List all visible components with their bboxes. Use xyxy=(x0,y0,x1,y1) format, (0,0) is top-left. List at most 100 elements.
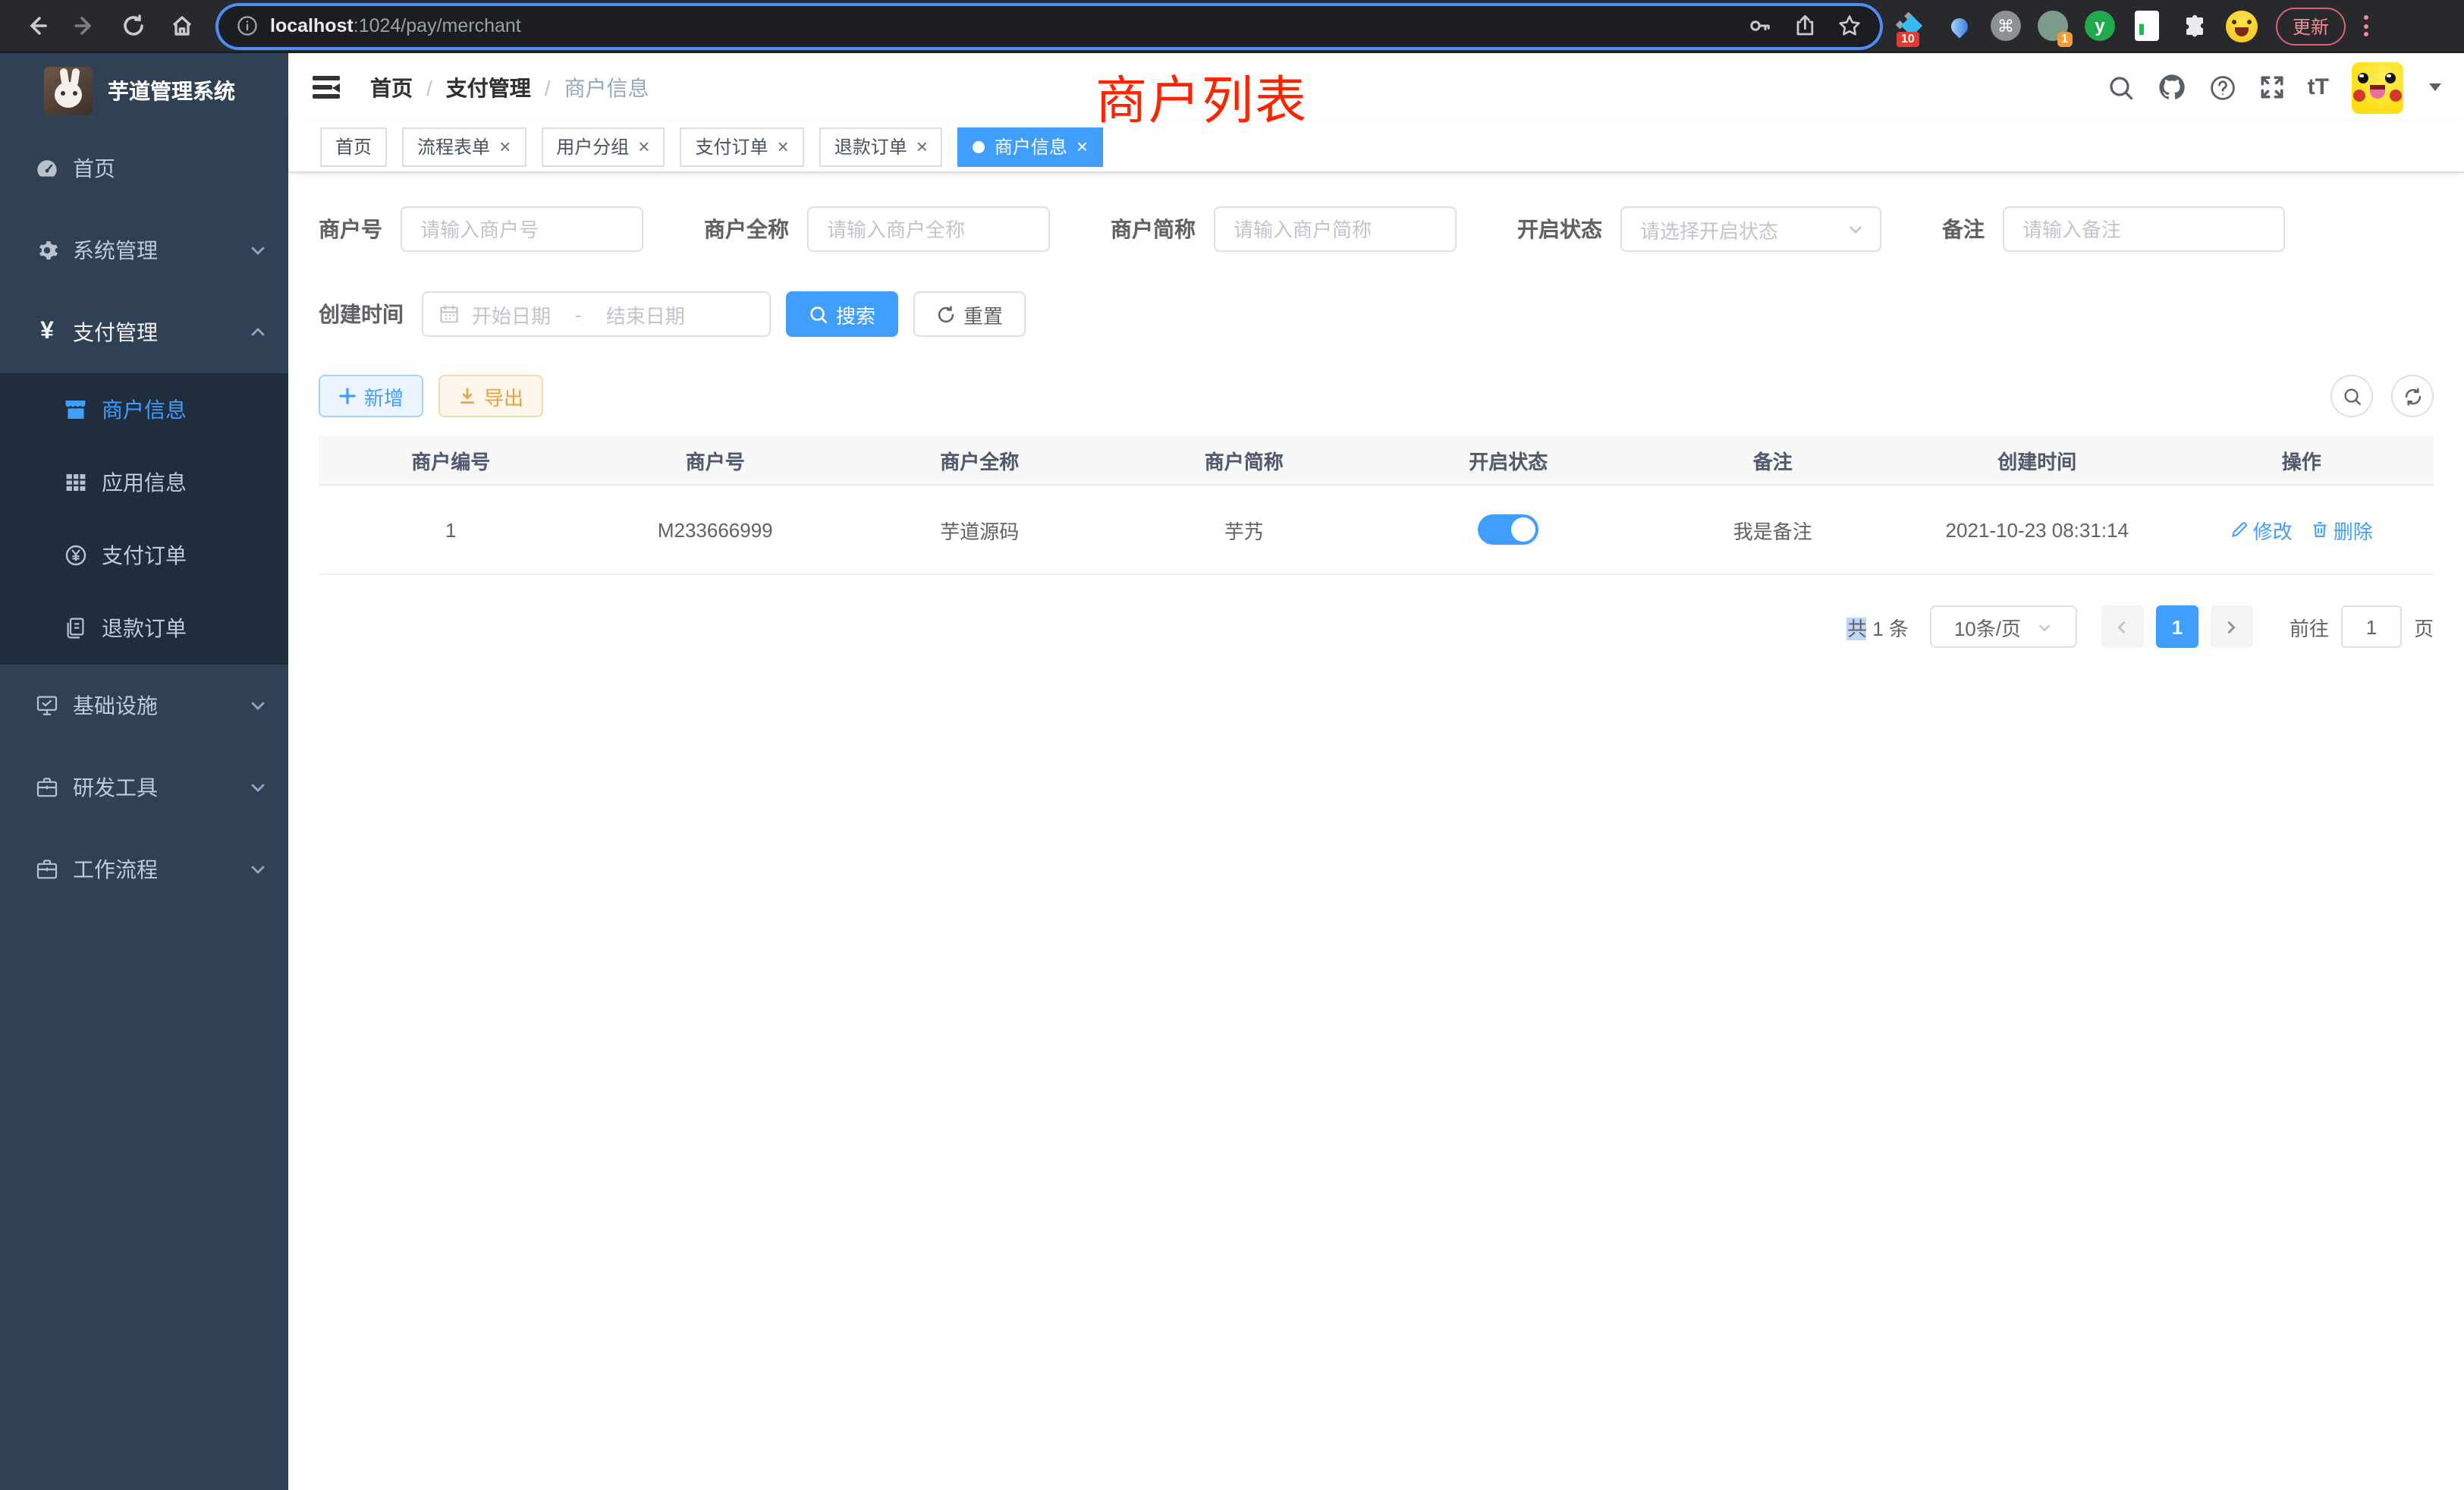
field-label: 创建时间 xyxy=(319,299,404,329)
yen-icon: ¥ xyxy=(35,320,59,344)
extension-doc-icon[interactable] xyxy=(2130,9,2164,42)
date-range-picker[interactable]: 开始日期 - 结束日期 xyxy=(422,291,771,337)
password-key-icon[interactable] xyxy=(1748,14,1772,38)
full-name-input[interactable] xyxy=(807,206,1050,252)
export-button[interactable]: 导出 xyxy=(438,375,543,417)
status-field: 开启状态 请选择开启状态 xyxy=(1517,206,1881,252)
gear-icon xyxy=(35,238,59,262)
breadcrumb-pay[interactable]: 支付管理 xyxy=(446,72,531,102)
tab-process-form[interactable]: 流程表单 × xyxy=(402,127,526,166)
cell-full-name: 芋道源码 xyxy=(847,515,1112,544)
share-icon[interactable] xyxy=(1793,14,1816,38)
dashboard-icon xyxy=(35,156,59,181)
remark-input[interactable] xyxy=(2003,206,2285,252)
prev-page-button[interactable] xyxy=(2101,605,2144,648)
sidebar-item-dev-tools[interactable]: 研发工具 xyxy=(0,747,288,828)
goto-page: 前往 页 xyxy=(2290,605,2434,648)
sidebar-item-infra[interactable]: 基础设施 xyxy=(0,665,288,747)
extension-green-icon[interactable]: 1 xyxy=(2036,9,2070,42)
edit-pencil-icon xyxy=(2230,520,2249,539)
sidebar-item-pay-order[interactable]: 支付订单 xyxy=(0,519,288,592)
status-select[interactable]: 请选择开启状态 xyxy=(1620,206,1881,252)
sidebar-item-workflow[interactable]: 工作流程 xyxy=(0,828,288,910)
close-icon[interactable]: × xyxy=(916,137,928,156)
sidebar-item-label: 支付订单 xyxy=(102,540,187,571)
button-label: 新增 xyxy=(364,382,404,410)
tab-merchant-info[interactable]: 商户信息 × xyxy=(958,127,1103,166)
url-path: :1024/pay/merchant xyxy=(354,15,521,36)
bookmark-star-icon[interactable] xyxy=(1837,14,1862,38)
profile-avatar-icon[interactable] xyxy=(2224,9,2258,42)
goto-label: 前往 xyxy=(2290,612,2329,641)
site-info-icon[interactable] xyxy=(237,15,258,36)
sidebar-collapse-icon[interactable] xyxy=(313,76,340,99)
short-name-input[interactable] xyxy=(1214,206,1457,252)
tab-home[interactable]: 首页 xyxy=(320,127,387,166)
extension-command-icon[interactable]: ⌘ xyxy=(1989,9,2022,42)
goto-suffix: 页 xyxy=(2414,612,2434,641)
url-bar[interactable]: localhost :1024/pay/merchant xyxy=(218,5,1880,46)
refresh-table-button[interactable] xyxy=(2391,375,2434,417)
avatar-caret-icon[interactable] xyxy=(2429,83,2441,91)
back-icon[interactable] xyxy=(17,6,56,46)
table-header-row: 商户编号 商户号 商户全称 商户简称 开启状态 备注 创建时间 操作 xyxy=(319,435,2434,486)
table-row: 1 M233666999 芋道源码 芋艿 我是备注 2021-10-23 08:… xyxy=(319,486,2434,575)
page-number-1[interactable]: 1 xyxy=(2156,605,2198,648)
sidebar-item-app-info[interactable]: 应用信息 xyxy=(0,446,288,519)
reset-button[interactable]: 重置 xyxy=(913,291,1026,337)
extensions-row: 10 ⌘ 1 y xyxy=(1895,9,2258,42)
edit-link[interactable]: 修改 xyxy=(2230,515,2293,544)
reload-icon[interactable] xyxy=(114,6,153,46)
close-icon[interactable]: × xyxy=(1076,137,1088,156)
github-icon[interactable] xyxy=(2158,73,2186,102)
extension-y-icon[interactable]: y xyxy=(2083,9,2117,42)
add-button[interactable]: 新增 xyxy=(319,375,423,417)
app-logo-row[interactable]: 芋道管理系统 xyxy=(0,53,288,127)
font-size-icon[interactable]: tT xyxy=(2308,74,2329,100)
tab-refund-order[interactable]: 退款订单 × xyxy=(819,127,943,166)
tab-user-group[interactable]: 用户分组 × xyxy=(541,127,665,166)
home-icon[interactable] xyxy=(162,6,202,46)
refresh-icon xyxy=(936,304,956,324)
briefcase-icon xyxy=(35,775,59,800)
search-button[interactable]: 搜索 xyxy=(786,291,898,337)
tab-pay-order[interactable]: 支付订单 × xyxy=(680,127,803,166)
user-avatar[interactable] xyxy=(2352,61,2403,113)
cell-actions: 修改 删除 xyxy=(2170,515,2434,544)
sidebar-item-refund-order[interactable]: 退款订单 xyxy=(0,592,288,665)
sidebar-item-system[interactable]: 系统管理 xyxy=(0,209,288,291)
total-suffix: 条 xyxy=(1889,617,1909,640)
breadcrumb-current: 商户信息 xyxy=(564,72,649,102)
extensions-puzzle-icon[interactable] xyxy=(2177,9,2211,42)
page-size-select[interactable]: 10条/页 xyxy=(1930,605,2077,648)
date-end-placeholder: 结束日期 xyxy=(606,300,685,328)
next-page-button[interactable] xyxy=(2211,605,2253,648)
delete-link[interactable]: 删除 xyxy=(2311,515,2373,544)
sidebar-item-home[interactable]: 首页 xyxy=(0,127,288,209)
page-content: 商户号 商户全称 商户简称 开启状态 请选择开启状态 xyxy=(288,173,2464,1490)
full-name-field: 商户全称 xyxy=(704,206,1050,252)
close-icon[interactable]: × xyxy=(638,137,649,156)
sidebar-item-pay[interactable]: ¥ 支付管理 xyxy=(0,291,288,373)
chrome-update-button[interactable]: 更新 xyxy=(2276,7,2346,45)
merchant-no-input[interactable] xyxy=(401,206,643,252)
extension-pin-icon[interactable] xyxy=(1942,9,1975,42)
fullscreen-icon[interactable] xyxy=(2259,74,2285,100)
help-icon[interactable] xyxy=(2209,74,2236,101)
close-icon[interactable]: × xyxy=(499,137,511,156)
close-icon[interactable]: × xyxy=(778,137,789,156)
col-header: 商户编号 xyxy=(319,445,583,474)
goto-page-input[interactable] xyxy=(2341,605,2402,648)
toggle-search-button[interactable] xyxy=(2330,375,2373,417)
forward-icon[interactable] xyxy=(65,6,105,46)
chevron-down-icon xyxy=(249,778,267,797)
sidebar-item-merchant-info[interactable]: 商户信息 xyxy=(0,373,288,446)
field-label: 商户简称 xyxy=(1111,214,1196,244)
search-icon[interactable] xyxy=(2107,74,2135,101)
breadcrumb-home[interactable]: 首页 xyxy=(370,72,413,102)
status-toggle[interactable] xyxy=(1478,514,1538,545)
extension-diamond-icon[interactable]: 10 xyxy=(1895,9,1928,42)
refresh-icon xyxy=(2403,386,2422,406)
chrome-menu-icon[interactable] xyxy=(2355,15,2376,36)
browser-chrome: localhost :1024/pay/merchant 10 ⌘ xyxy=(0,0,2464,53)
